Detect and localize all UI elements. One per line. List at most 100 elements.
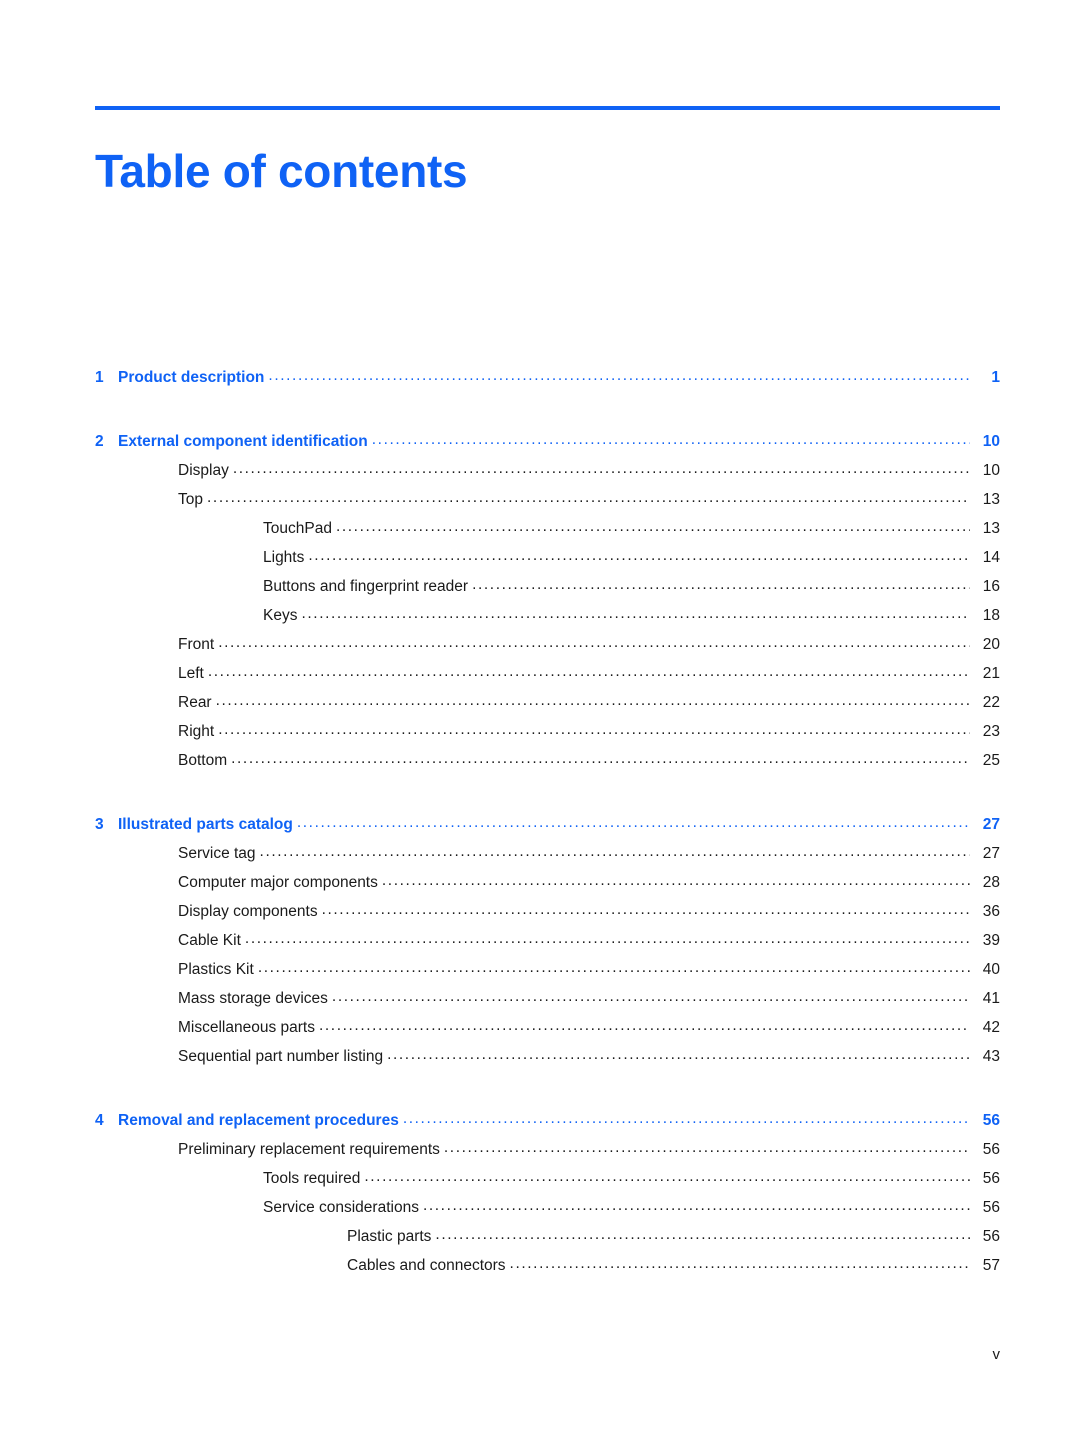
toc-dot-leader: ........................................… <box>215 693 970 709</box>
toc-dot-leader: ........................................… <box>364 1169 970 1185</box>
toc-sub-entry[interactable]: Sequential part number listing..........… <box>95 1047 1000 1078</box>
table-of-contents: 1 Product description....................… <box>95 368 1000 1287</box>
toc-dot-leader: ........................................… <box>509 1256 970 1272</box>
toc-page-number: 13 <box>982 520 1000 537</box>
toc-entry-label: Tools required <box>263 1170 361 1187</box>
toc-entry-label: Buttons and fingerprint reader <box>263 578 469 595</box>
toc-page-number: 18 <box>982 607 1000 624</box>
toc-entry-label: Plastics Kit <box>178 961 254 978</box>
toc-page-number: 27 <box>982 845 1000 862</box>
toc-dot-leader: ........................................… <box>296 815 970 831</box>
toc-dot-leader: ........................................… <box>259 844 970 860</box>
toc-chapter-entry[interactable]: 3 Illustrated parts catalog..............… <box>95 815 1000 846</box>
toc-sub-entry[interactable]: Cable Kit...............................… <box>95 931 1000 962</box>
toc-page-number: 36 <box>982 903 1000 920</box>
toc-entry-label: Removal and replacement procedures <box>118 1112 399 1129</box>
toc-page-number: 14 <box>982 549 1000 566</box>
toc-dot-leader: ........................................… <box>381 873 970 889</box>
toc-sub-entry[interactable]: Computer major components...............… <box>95 873 1000 904</box>
toc-entry-label: Preliminary replacement requirements <box>178 1141 440 1158</box>
toc-chapter-entry[interactable]: 2 External component identification......… <box>95 432 1000 463</box>
toc-dot-leader: ........................................… <box>218 635 970 651</box>
toc-entry-label: Miscellaneous parts <box>178 1019 315 1036</box>
toc-dot-leader: ........................................… <box>207 664 970 680</box>
toc-page-number: 28 <box>982 874 1000 891</box>
toc-entry-label: Plastic parts <box>347 1228 432 1245</box>
toc-page-number: 16 <box>982 578 1000 595</box>
toc-page-number: 56 <box>982 1170 1000 1187</box>
toc-chapter-number: 3 <box>95 816 104 833</box>
toc-dot-leader: ........................................… <box>308 548 970 564</box>
toc-sub-entry[interactable]: Bottom..................................… <box>95 751 1000 782</box>
toc-entry-label: Keys <box>263 607 298 624</box>
toc-entry-label: Top <box>178 491 203 508</box>
toc-sub-entry[interactable]: Buttons and fingerprint reader..........… <box>95 577 1000 608</box>
toc-dot-leader: ........................................… <box>268 368 970 384</box>
toc-sub-entry[interactable]: Tools required..........................… <box>95 1169 1000 1200</box>
toc-page-number: 39 <box>982 932 1000 949</box>
toc-page-number: 56 <box>982 1228 1000 1245</box>
toc-dot-leader: ........................................… <box>371 432 970 448</box>
toc-page-number: 41 <box>982 990 1000 1007</box>
toc-sub-entry[interactable]: Mass storage devices....................… <box>95 989 1000 1020</box>
toc-chapter-number: 1 <box>95 369 104 386</box>
toc-page-number: 10 <box>982 462 1000 479</box>
toc-page-number: 27 <box>982 816 1000 833</box>
toc-sub-entry[interactable]: Top.....................................… <box>95 490 1000 521</box>
toc-chapter-number: 2 <box>95 433 104 450</box>
toc-entry-label: Cable Kit <box>178 932 241 949</box>
toc-dot-leader: ........................................… <box>207 490 970 506</box>
toc-entry-label: External component identification <box>118 433 368 450</box>
toc-entry-label: Bottom <box>178 752 228 769</box>
page-title: Table of contents <box>95 144 468 197</box>
toc-entry-label: Cables and connectors <box>347 1257 506 1274</box>
toc-page-number: 40 <box>982 961 1000 978</box>
toc-entry-label: Lights <box>263 549 305 566</box>
toc-page-number: 22 <box>982 694 1000 711</box>
toc-entry-label: Rear <box>178 694 212 711</box>
toc-entry-label: Illustrated parts catalog <box>118 816 293 833</box>
toc-entry-label: Service tag <box>178 845 256 862</box>
toc-page-number: 42 <box>982 1019 1000 1036</box>
toc-sub-entry[interactable]: Lights..................................… <box>95 548 1000 579</box>
toc-page-number: 56 <box>982 1141 1000 1158</box>
toc-sub-entry[interactable]: Right...................................… <box>95 722 1000 753</box>
toc-entry-label: Computer major components <box>178 874 378 891</box>
toc-dot-leader: ........................................… <box>318 1018 970 1034</box>
toc-sub-entry[interactable]: Plastics Kit............................… <box>95 960 1000 991</box>
toc-sub-entry[interactable]: TouchPad................................… <box>95 519 1000 550</box>
toc-dot-leader: ........................................… <box>443 1140 970 1156</box>
toc-page-number: 13 <box>982 491 1000 508</box>
toc-chapter-entry[interactable]: 1 Product description....................… <box>95 368 1000 399</box>
toc-page-number: 56 <box>982 1199 1000 1216</box>
title-rule <box>95 106 1000 110</box>
toc-entry-label: Mass storage devices <box>178 990 328 1007</box>
toc-sub-entry[interactable]: Front...................................… <box>95 635 1000 666</box>
toc-sub-entry[interactable]: Service tag.............................… <box>95 844 1000 875</box>
toc-entry-label: Sequential part number listing <box>178 1048 384 1065</box>
toc-sub-entry[interactable]: Display.................................… <box>95 461 1000 492</box>
toc-sub-entry[interactable]: Preliminary replacement requirements....… <box>95 1140 1000 1171</box>
toc-sub-entry[interactable]: Plastic parts...........................… <box>95 1227 1000 1258</box>
toc-dot-leader: ........................................… <box>402 1111 970 1127</box>
toc-entry-label: Right <box>178 723 215 740</box>
toc-dot-leader: ........................................… <box>387 1047 970 1063</box>
toc-page-number: 43 <box>982 1048 1000 1065</box>
toc-dot-leader: ........................................… <box>321 902 970 918</box>
toc-entry-label: Front <box>178 636 215 653</box>
toc-entry-label: Left <box>178 665 204 682</box>
toc-page-number: 10 <box>982 433 1000 450</box>
toc-sub-entry[interactable]: Left....................................… <box>95 664 1000 695</box>
toc-chapter-entry[interactable]: 4 Removal and replacement procedures.....… <box>95 1111 1000 1142</box>
toc-page-number: 57 <box>982 1257 1000 1274</box>
toc-sub-entry[interactable]: Display components......................… <box>95 902 1000 933</box>
toc-sub-entry[interactable]: Keys....................................… <box>95 606 1000 637</box>
toc-dot-leader: ........................................… <box>257 960 970 976</box>
toc-sub-entry[interactable]: Rear....................................… <box>95 693 1000 724</box>
toc-page-number: 25 <box>982 752 1000 769</box>
toc-sub-entry[interactable]: Service considerations..................… <box>95 1198 1000 1229</box>
toc-dot-leader: ........................................… <box>218 722 970 738</box>
toc-sub-entry[interactable]: Cables and connectors...................… <box>95 1256 1000 1287</box>
toc-dot-leader: ........................................… <box>422 1198 970 1214</box>
toc-sub-entry[interactable]: Miscellaneous parts.....................… <box>95 1018 1000 1049</box>
